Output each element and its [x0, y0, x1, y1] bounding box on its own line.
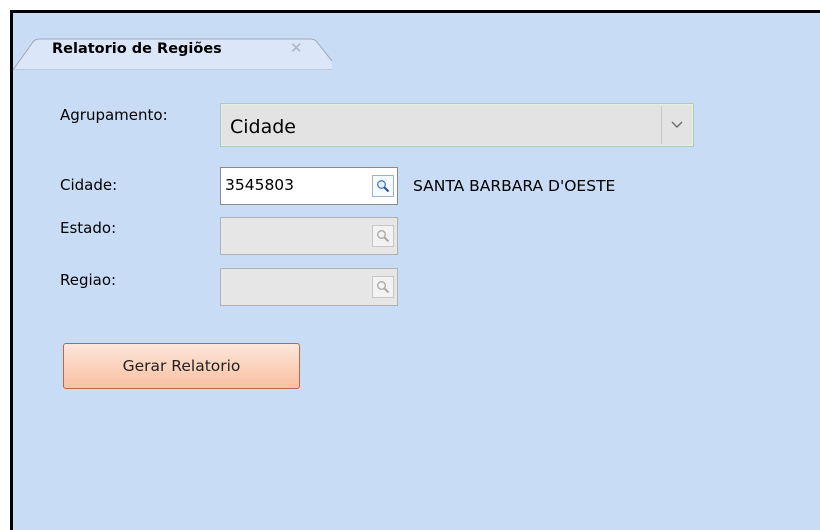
chevron-down-icon [671, 121, 683, 128]
agrupamento-dropdown-button[interactable] [661, 106, 691, 144]
agrupamento-select[interactable]: Cidade [220, 103, 694, 147]
estado-field[interactable] [220, 217, 398, 255]
cidade-value: 3545803 [225, 176, 295, 194]
regiao-field[interactable] [220, 268, 398, 306]
cidade-field[interactable]: 3545803 [220, 167, 398, 205]
close-icon[interactable]: ✕ [290, 39, 303, 57]
cidade-label: Cidade: [60, 176, 118, 194]
cidade-description: SANTA BARBARA D'OESTE [413, 177, 616, 195]
magnifier-icon [377, 180, 390, 193]
magnifier-icon [377, 281, 390, 294]
regiao-label: Regiao: [60, 271, 117, 289]
estado-lookup-button[interactable] [372, 225, 394, 247]
gerar-relatorio-button[interactable]: Gerar Relatorio [63, 343, 300, 389]
agrupamento-value: Cidade [230, 116, 296, 138]
report-panel [10, 10, 820, 530]
tab-title: Relatorio de Regiões [52, 41, 222, 57]
regiao-lookup-button[interactable] [372, 276, 394, 298]
magnifier-icon [377, 230, 390, 243]
cidade-lookup-button[interactable] [372, 175, 394, 197]
tab-relatorio-regioes[interactable]: Relatorio de Regiões ✕ [10, 16, 332, 70]
estado-label: Estado: [60, 219, 117, 237]
agrupamento-label: Agrupamento: [60, 106, 168, 124]
